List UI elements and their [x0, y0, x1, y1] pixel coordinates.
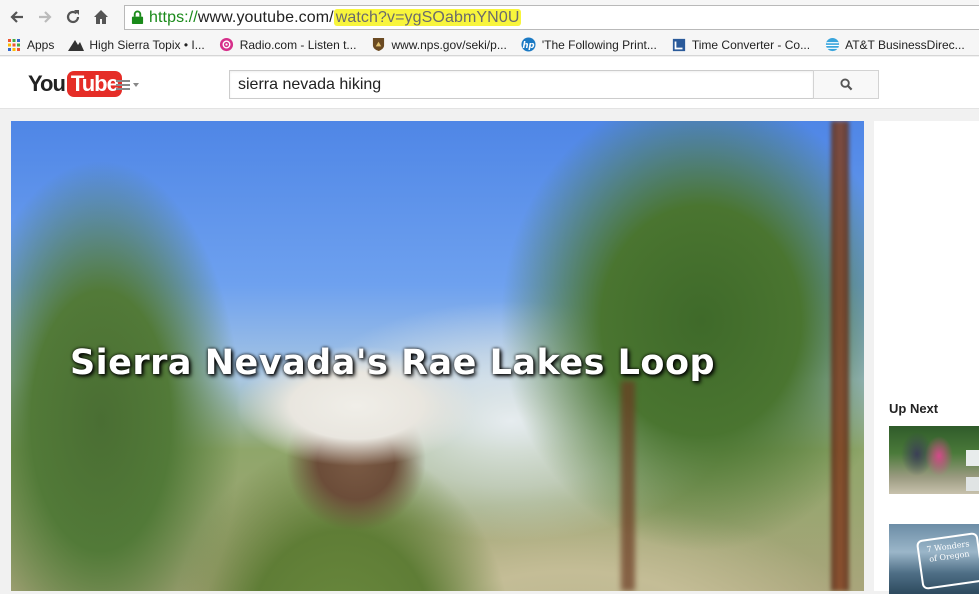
mountain-icon — [68, 37, 84, 53]
thumbnail-overlay — [966, 450, 979, 466]
hp-icon: hp — [521, 37, 537, 53]
bookmark-att[interactable]: AT&T BusinessDirec... — [824, 37, 965, 53]
up-next-heading: Up Next — [889, 401, 938, 416]
bookmark-radio[interactable]: Radio.com - Listen t... — [219, 37, 357, 53]
thumbnail-overlay — [966, 477, 979, 491]
logo-tube-text: Tube — [67, 71, 122, 97]
radio-icon — [219, 37, 235, 53]
thumbnail-sign: 7 Wonders of Oregon — [916, 532, 979, 590]
related-sidebar: Up Next 7 Wonders of Oregon — [874, 121, 979, 591]
bookmark-high-sierra[interactable]: High Sierra Topix • I... — [68, 37, 204, 53]
att-globe-icon — [824, 37, 840, 53]
chevron-down-icon — [133, 83, 139, 87]
url-host: www.youtube.com/ — [198, 9, 334, 26]
home-icon — [92, 8, 110, 26]
home-button[interactable] — [87, 3, 115, 31]
up-next-thumbnail[interactable] — [889, 426, 979, 494]
bookmark-time-converter[interactable]: Time Converter - Co... — [671, 37, 810, 53]
address-bar[interactable]: https://www.youtube.com/watch?v=ygSOabmY… — [124, 5, 979, 30]
search-input[interactable] — [229, 70, 814, 99]
bookmark-label: 'The Following Print... — [542, 38, 657, 52]
nps-shield-icon — [370, 37, 386, 53]
search-icon — [840, 78, 853, 91]
back-button[interactable] — [3, 3, 31, 31]
youtube-logo[interactable]: You Tube — [28, 71, 122, 97]
bookmarks-bar: Apps High Sierra Topix • I... Radio.com … — [0, 34, 979, 56]
lock-icon — [129, 10, 145, 26]
bookmark-label: Apps — [27, 38, 54, 52]
video-frame-tree — [621, 381, 635, 591]
bookmark-label: AT&T BusinessDirec... — [845, 38, 965, 52]
bookmark-nps[interactable]: www.nps.gov/seki/p... — [370, 37, 506, 53]
bookmark-hp[interactable]: hp 'The Following Print... — [521, 37, 657, 53]
clock-icon — [671, 37, 687, 53]
url-path-highlighted: watch?v=ygSOabmYN0U — [334, 9, 522, 26]
back-arrow-icon — [8, 8, 26, 26]
search-button[interactable] — [813, 70, 879, 99]
forward-button[interactable] — [31, 3, 59, 31]
reload-icon — [64, 8, 82, 26]
url-scheme: https:// — [149, 9, 198, 26]
apps-grid-icon — [6, 37, 22, 53]
bookmark-label: Time Converter - Co... — [692, 38, 810, 52]
related-video-thumbnail[interactable]: 7 Wonders of Oregon — [889, 524, 979, 594]
bookmark-apps[interactable]: Apps — [6, 37, 54, 53]
video-player[interactable]: Sierra Nevada's Rae Lakes Loop — [11, 121, 864, 591]
forward-arrow-icon — [36, 8, 54, 26]
hamburger-icon — [116, 80, 130, 90]
logo-you-text: You — [28, 71, 65, 97]
reload-button[interactable] — [59, 3, 87, 31]
bookmark-label: High Sierra Topix • I... — [89, 38, 204, 52]
youtube-header: You Tube — [0, 57, 979, 109]
video-title-overlay: Sierra Nevada's Rae Lakes Loop — [11, 343, 864, 383]
guide-menu-button[interactable] — [116, 80, 139, 90]
browser-toolbar: https://www.youtube.com/watch?v=ygSOabmY… — [0, 0, 979, 34]
svg-text:hp: hp — [523, 40, 535, 50]
bookmark-label: www.nps.gov/seki/p... — [391, 38, 506, 52]
bookmark-label: Radio.com - Listen t... — [240, 38, 357, 52]
url-text: https://www.youtube.com/watch?v=ygSOabmY… — [149, 9, 521, 27]
